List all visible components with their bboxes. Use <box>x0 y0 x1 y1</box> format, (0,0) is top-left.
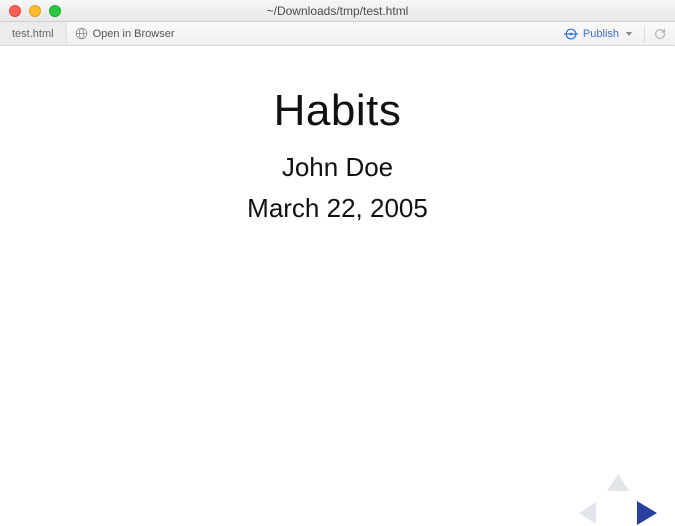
globe-icon <box>75 27 88 40</box>
window-titlebar: ~/Downloads/tmp/test.html <box>0 0 675 22</box>
editor-toolbar: test.html Open in Browser Publish <box>0 22 675 46</box>
open-in-browser-button[interactable]: Open in Browser <box>67 22 183 45</box>
publish-icon <box>564 27 578 41</box>
publish-label: Publish <box>583 28 619 40</box>
nav-right-arrow[interactable] <box>637 501 657 525</box>
slide-area: Habits John Doe March 22, 2005 <box>0 86 675 526</box>
minimize-window-button[interactable] <box>29 5 41 17</box>
slide-title: Habits <box>0 86 675 136</box>
file-tab[interactable]: test.html <box>0 22 67 45</box>
slide-author: John Doe <box>0 152 675 183</box>
nav-left-arrow[interactable] <box>579 502 596 524</box>
reload-button[interactable] <box>649 22 675 45</box>
toolbar-divider <box>644 26 645 42</box>
reload-icon <box>653 27 667 41</box>
window-title: ~/Downloads/tmp/test.html <box>0 4 675 18</box>
file-tab-label: test.html <box>12 28 54 40</box>
window-controls <box>0 5 61 17</box>
chevron-down-icon <box>626 32 632 36</box>
open-in-browser-label: Open in Browser <box>93 28 175 40</box>
close-window-button[interactable] <box>9 5 21 17</box>
slide-date: March 22, 2005 <box>0 193 675 224</box>
publish-button[interactable]: Publish <box>556 22 640 45</box>
nav-up-arrow[interactable] <box>607 474 629 491</box>
slide-nav-controls <box>579 474 657 526</box>
zoom-window-button[interactable] <box>49 5 61 17</box>
